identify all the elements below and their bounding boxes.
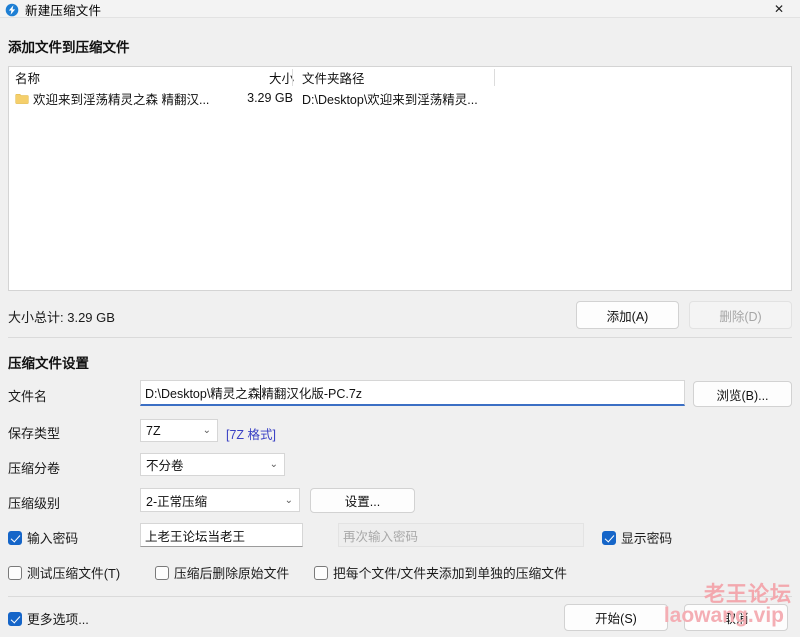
checkbox-indicator xyxy=(8,611,22,626)
password-checkbox[interactable]: 输入密码 xyxy=(8,528,78,547)
footer-divider xyxy=(8,596,792,597)
compression-level-select[interactable]: 2-正常压缩 ⌄ xyxy=(140,488,300,512)
checkbox-indicator xyxy=(8,530,22,545)
chevron-down-icon: ⌄ xyxy=(269,459,278,470)
checkbox-indicator xyxy=(602,530,616,545)
file-path-cell: D:\Desktop\欢迎来到淫荡精灵... xyxy=(302,92,478,107)
password-confirm-placeholder: 再次输入密码 xyxy=(343,529,419,544)
password-confirm-input: 再次输入密码 xyxy=(338,523,584,547)
more-options-label: 更多选项... xyxy=(27,612,89,627)
cancel-button[interactable]: 取消 xyxy=(684,604,788,631)
compression-level-label: 压缩级别 xyxy=(8,496,61,511)
settings-button[interactable]: 设置... xyxy=(310,488,415,513)
password-checkbox-label: 输入密码 xyxy=(27,531,79,546)
show-password-checkbox[interactable]: 显示密码 xyxy=(602,528,672,547)
file-list-header: 名称 大小 文件夹路径 xyxy=(9,67,791,88)
filename-label: 文件名 xyxy=(8,389,48,404)
file-size-cell: 3.29 GB xyxy=(247,91,293,105)
volume-select[interactable]: 不分卷 ⌄ xyxy=(140,453,285,476)
start-button[interactable]: 开始(S) xyxy=(564,604,668,631)
test-archive-checkbox[interactable]: 测试压缩文件(T) xyxy=(8,563,120,582)
password-input[interactable]: 上老王论坛当老王 xyxy=(140,523,303,547)
filename-text-before-caret: D:\Desktop\精灵之森 xyxy=(145,387,261,401)
volume-value: 不分卷 xyxy=(146,459,184,473)
save-type-select[interactable]: 7Z ⌄ xyxy=(140,419,218,442)
archive-settings-heading: 压缩文件设置 xyxy=(8,356,89,371)
volume-label: 压缩分卷 xyxy=(8,461,61,476)
archive-app-icon xyxy=(5,3,19,16)
settings-divider xyxy=(8,337,792,338)
column-header-path[interactable]: 文件夹路径 xyxy=(294,68,494,87)
checkbox-indicator xyxy=(314,565,328,580)
format-link[interactable]: [7Z 格式] xyxy=(226,424,276,443)
close-icon[interactable]: ✕ xyxy=(758,0,800,18)
file-name-text: 欢迎来到淫荡精灵之森 精翻汉... xyxy=(33,92,210,107)
chevron-down-icon: ⌄ xyxy=(202,425,211,436)
chevron-down-icon: ⌄ xyxy=(284,494,293,506)
folder-icon xyxy=(15,93,29,104)
save-type-value: 7Z xyxy=(146,423,161,438)
delete-source-checkbox[interactable]: 压缩后删除原始文件 xyxy=(155,563,289,582)
column-header-size[interactable]: 大小 xyxy=(239,68,294,87)
save-type-label: 保存类型 xyxy=(8,426,61,441)
filename-text-after-caret: 精翻汉化版-PC.7z xyxy=(261,387,363,401)
separate-archives-label: 把每个文件/文件夹添加到单独的压缩文件 xyxy=(333,566,567,581)
test-archive-label: 测试压缩文件(T) xyxy=(27,566,121,581)
delete-source-label: 压缩后删除原始文件 xyxy=(174,566,290,581)
title-bar: 新建压缩文件 ✕ xyxy=(0,0,800,18)
checkbox-indicator xyxy=(8,565,22,580)
add-files-heading: 添加文件到压缩文件 xyxy=(8,40,130,55)
total-size-label: 大小总计: 3.29 GB xyxy=(8,310,115,325)
file-list[interactable]: 名称 大小 文件夹路径 欢迎来到淫荡精灵之森 精翻汉... 3.29 GB D:… xyxy=(8,66,792,291)
checkbox-indicator xyxy=(155,565,169,580)
titlebar-divider xyxy=(0,17,800,18)
browse-button[interactable]: 浏览(B)... xyxy=(693,381,792,407)
more-options-checkbox[interactable]: 更多选项... xyxy=(8,609,89,628)
table-row[interactable]: 欢迎来到淫荡精灵之森 精翻汉... 3.29 GB D:\Desktop\欢迎来… xyxy=(9,88,791,108)
show-password-label: 显示密码 xyxy=(621,531,673,546)
file-name-cell: 欢迎来到淫荡精灵之森 精翻汉... xyxy=(9,89,239,108)
column-header-name[interactable]: 名称 xyxy=(9,68,239,87)
add-button[interactable]: 添加(A) xyxy=(576,301,679,329)
compression-level-value: 2-正常压缩 xyxy=(146,494,208,509)
separate-archives-checkbox[interactable]: 把每个文件/文件夹添加到单独的压缩文件 xyxy=(314,563,567,582)
password-value: 上老王论坛当老王 xyxy=(145,529,246,544)
filename-input[interactable]: D:\Desktop\精灵之森 精翻汉化版-PC.7z xyxy=(140,380,685,406)
delete-button: 删除(D) xyxy=(689,301,792,329)
